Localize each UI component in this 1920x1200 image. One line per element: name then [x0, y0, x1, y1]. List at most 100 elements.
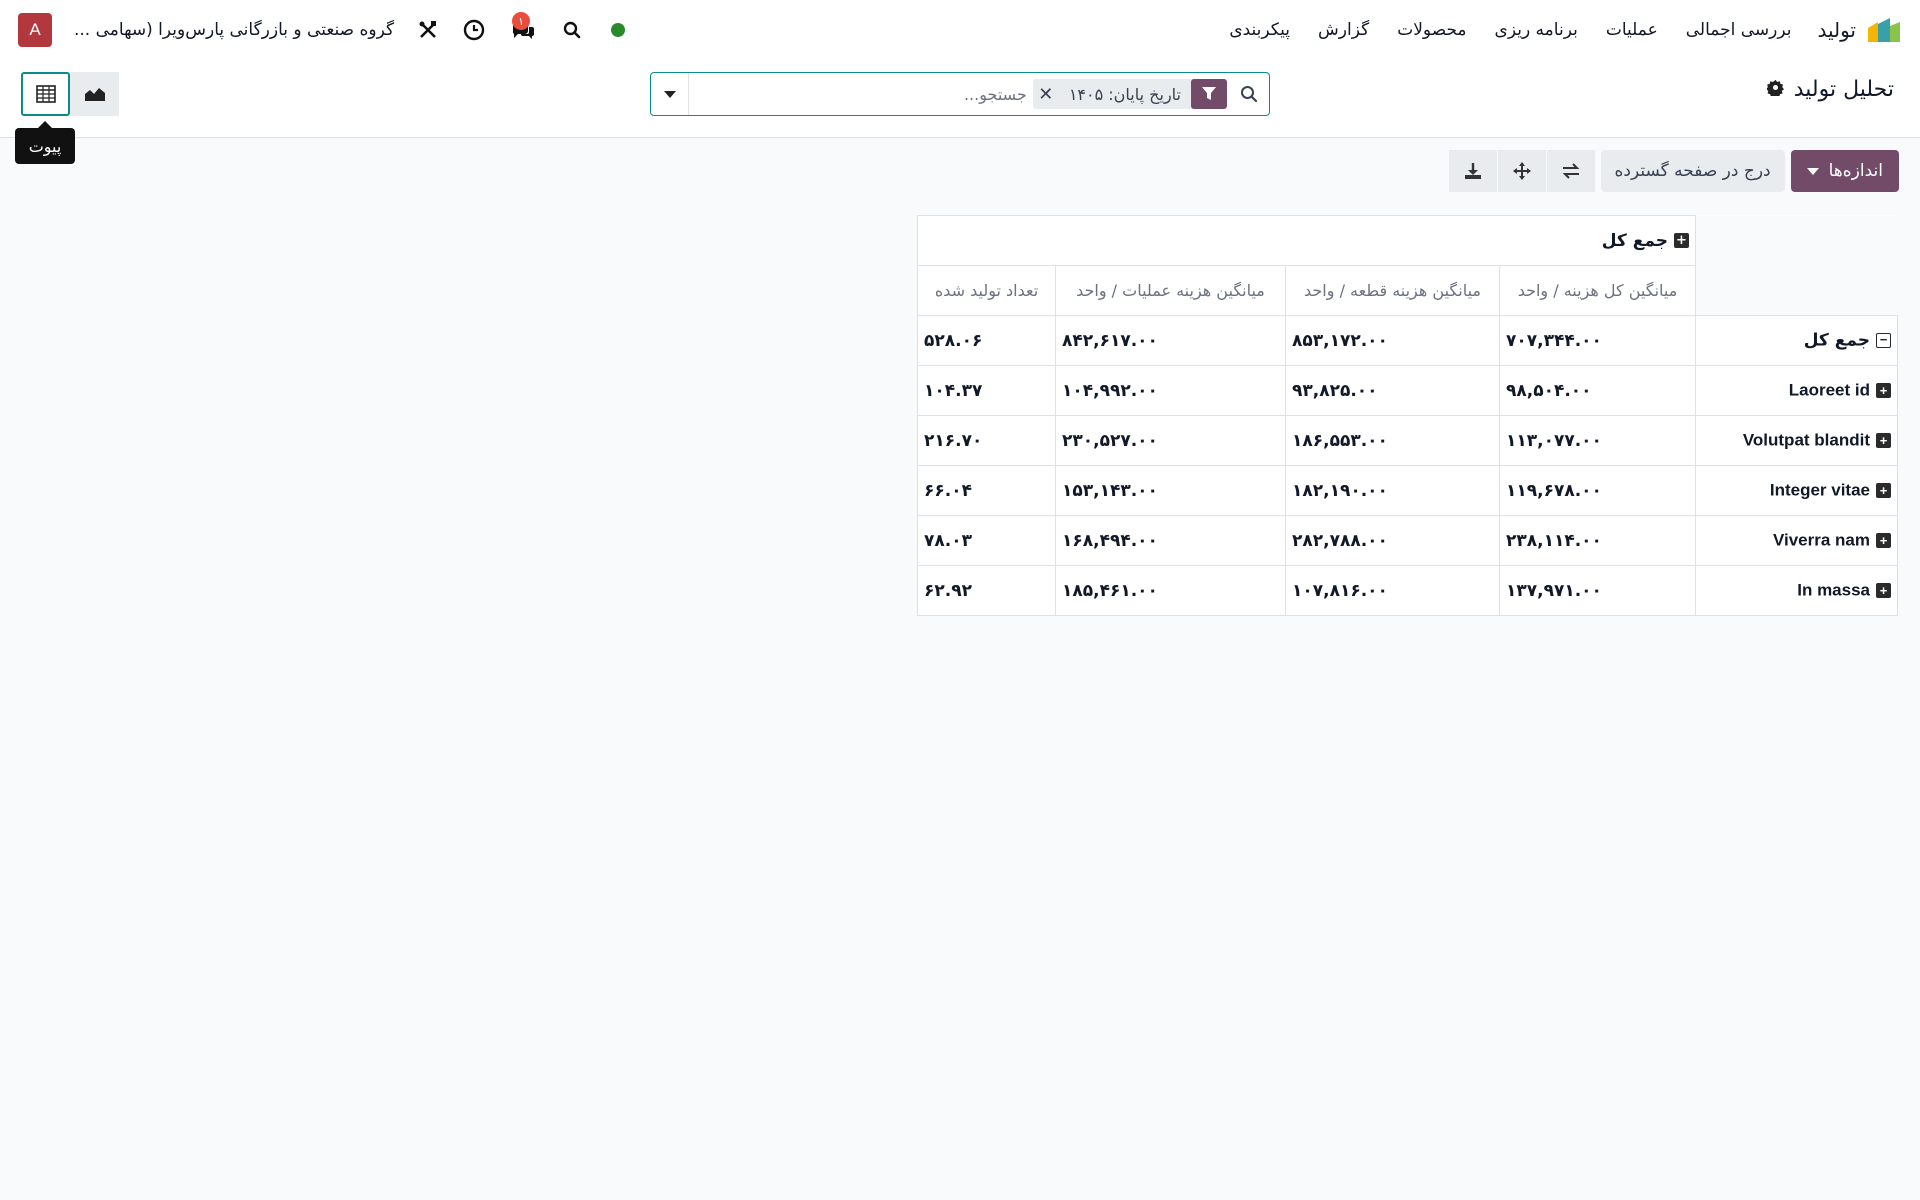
gear-icon[interactable]: [1765, 77, 1784, 102]
table-row: + Integer vitae ۱۱۹,۶۷۸.۰۰ ۱۸۲,۱۹۰.۰۰ ۱۵۳…: [917, 465, 1898, 516]
search-bar: تاریخ پایان: ۱۴۰۵ ✕: [650, 72, 1270, 116]
row-header[interactable]: + Viverra nam: [1695, 515, 1898, 566]
menu-configuration[interactable]: پیکربندی: [1229, 20, 1290, 40]
pivot-cell[interactable]: ۱۶۸,۴۹۴.۰۰: [1055, 515, 1286, 566]
row-label: In massa: [1797, 580, 1870, 600]
pivot-cell[interactable]: ۹۸,۵۰۴.۰۰: [1499, 365, 1696, 416]
pivot-cell[interactable]: ۷۸.۰۳: [917, 515, 1056, 566]
page-title-area: تحلیل تولید: [1765, 77, 1894, 102]
menu-planning[interactable]: برنامه ریزی: [1495, 20, 1578, 40]
pivot-cell[interactable]: ۱۱۹,۶۷۸.۰۰: [1499, 465, 1696, 516]
table-row: + In massa ۱۳۷,۹۷۱.۰۰ ۱۰۷,۸۱۶.۰۰ ۱۸۵,۴۶۱.…: [917, 565, 1898, 616]
caret-down-icon: [663, 90, 676, 98]
col-header-total[interactable]: + جمع کل: [917, 215, 1696, 266]
pivot-cell[interactable]: ۶۶.۰۴: [917, 465, 1056, 516]
area-chart-icon: [84, 88, 105, 101]
table-row: +Volutpat blandit ۱۱۳,۰۷۷.۰۰ ۱۸۶,۵۵۳.۰۰ …: [917, 415, 1898, 466]
menu-overview[interactable]: بررسی اجمالی: [1686, 20, 1792, 40]
app-name: تولید: [1817, 18, 1856, 42]
pivot-cell[interactable]: ۱۰۴.۳۷: [917, 365, 1056, 416]
pivot-cell[interactable]: ۱۳۷,۹۷۱.۰۰: [1499, 565, 1696, 616]
pivot-cell[interactable]: ۲۳۰,۵۲۷.۰۰: [1055, 415, 1286, 466]
view-tooltip: پیوت: [15, 121, 75, 164]
plus-icon: +: [1876, 433, 1891, 449]
pivot-cell[interactable]: ۱۸۵,۴۶۱.۰۰: [1055, 565, 1286, 616]
table-icon: [35, 85, 56, 103]
row-header[interactable]: + In massa: [1695, 565, 1898, 616]
pivot-cell[interactable]: ۲۸۲,۷۸۸.۰۰: [1285, 515, 1500, 566]
pivot-cell[interactable]: ۶۲.۹۲: [917, 565, 1056, 616]
plus-icon: +: [1876, 583, 1891, 599]
company-name[interactable]: گروه صنعتی و بازرگانی پارس‌ویرا (سهامی .…: [74, 20, 394, 40]
online-status-dot: [611, 23, 626, 37]
manufacturing-app-icon: [1866, 16, 1902, 44]
search-icon[interactable]: [1229, 73, 1269, 115]
pivot-table: + جمع کل میانگین کل هزینه / واحد میانگین …: [917, 215, 1898, 616]
menu-reporting[interactable]: گزارش: [1318, 20, 1369, 40]
graph-view-button[interactable]: [70, 72, 119, 116]
app-brand[interactable]: تولید: [1817, 16, 1902, 44]
pivot-cell[interactable]: ۱۰۴,۹۹۲.۰۰: [1055, 365, 1286, 416]
table-row: + Laoreet id ۹۸,۵۰۴.۰۰ ۹۳,۸۲۵.۰۰ ۱۰۴,۹۹۲.…: [917, 365, 1898, 416]
pivot-cell[interactable]: ۸۴۲,۶۱۷.۰۰: [1055, 315, 1286, 366]
measure-header[interactable]: تعداد تولید شده: [917, 265, 1056, 316]
plus-icon: +: [1674, 233, 1689, 248]
pivot-cell[interactable]: ۲۳۸,۱۱۴.۰۰: [1499, 515, 1696, 566]
search-input[interactable]: [689, 74, 1033, 114]
pivot-view-button[interactable]: [21, 72, 70, 116]
measures-label: اندازه‌ها: [1828, 161, 1883, 181]
top-navbar: تولید بررسی اجمالی عملیات برنامه ریزی مح…: [0, 0, 1920, 60]
table-row: −جمع کل ۷۰۷,۳۴۴.۰۰ ۸۵۳,۱۷۲.۰۰ ۸۴۲,۶۱۷.۰۰…: [917, 315, 1898, 366]
row-header[interactable]: + Volutpat blandit: [1695, 415, 1898, 466]
pivot-cell[interactable]: ۹۳,۸۲۵.۰۰: [1285, 365, 1500, 416]
control-panel: تحلیل تولید تاریخ پایان: ۱۴۰۵ ✕: [0, 60, 1920, 138]
avatar[interactable]: A: [18, 13, 52, 47]
row-header[interactable]: + Laoreet id: [1695, 365, 1898, 416]
row-label: جمع کل: [1803, 330, 1870, 351]
close-icon[interactable]: ✕: [1033, 79, 1059, 109]
filter-icon: [1191, 79, 1227, 109]
col-total-label: جمع کل: [1601, 230, 1668, 251]
row-header-total[interactable]: −جمع کل: [1695, 315, 1898, 366]
menu-products[interactable]: محصولات: [1397, 20, 1466, 40]
facet-value: تاریخ پایان: ۱۴۰۵: [1068, 84, 1181, 104]
measure-header[interactable]: میانگین کل هزینه / واحد: [1499, 265, 1696, 316]
measures-button[interactable]: اندازه‌ها: [1790, 150, 1899, 192]
measure-header[interactable]: میانگین هزینه عملیات / واحد: [1055, 265, 1286, 316]
caret-down-icon: [1806, 167, 1819, 175]
main-menu: بررسی اجمالی عملیات برنامه ریزی محصولات …: [1229, 20, 1791, 40]
exchange-icon: [1562, 163, 1579, 179]
pivot-cell[interactable]: ۱۸۶,۵۵۳.۰۰: [1285, 415, 1500, 466]
row-label: Volutpat blandit: [1742, 430, 1870, 450]
minus-icon: −: [1876, 333, 1891, 349]
pivot-cell[interactable]: ۱۱۳,۰۷۷.۰۰: [1499, 415, 1696, 466]
measure-header[interactable]: میانگین هزینه قطعه / واحد: [1285, 265, 1500, 316]
pivot-toolbar: اندازه‌ها درج در صفحه گسترده: [1448, 150, 1899, 192]
row-header[interactable]: + Integer vitae: [1695, 465, 1898, 516]
pivot-cell[interactable]: ۲۱۶.۷۰: [917, 415, 1056, 466]
search-options-toggle[interactable]: [651, 73, 689, 115]
search-facet: تاریخ پایان: ۱۴۰۵ ✕: [1032, 79, 1227, 109]
page-title: تحلیل تولید: [1793, 77, 1894, 102]
menu-operations[interactable]: عملیات: [1606, 20, 1658, 40]
pivot-cell[interactable]: ۷۰۷,۳۴۴.۰۰: [1499, 315, 1696, 366]
arrows-icon: [1512, 162, 1531, 180]
clock-icon[interactable]: [462, 18, 486, 42]
plus-icon: +: [1876, 483, 1891, 499]
chat-icon[interactable]: ۱: [508, 12, 538, 42]
pivot-cell[interactable]: ۱۰۷,۸۱۶.۰۰: [1285, 565, 1500, 616]
tools-icon[interactable]: [416, 18, 440, 42]
expand-all-button[interactable]: [1497, 150, 1546, 192]
pivot-cell[interactable]: ۸۵۳,۱۷۲.۰۰: [1285, 315, 1500, 366]
search-icon[interactable]: [560, 18, 584, 42]
download-button[interactable]: [1448, 150, 1497, 192]
pivot-corner: [1695, 215, 1898, 266]
status-indicator[interactable]: [606, 18, 630, 42]
systray: ۱ گروه صنعتی و بازرگانی پارس‌ویرا (سهامی…: [18, 12, 630, 47]
pivot-cell[interactable]: ۱۵۳,۱۴۳.۰۰: [1055, 465, 1286, 516]
download-icon: [1464, 163, 1481, 179]
pivot-cell[interactable]: ۱۸۲,۱۹۰.۰۰: [1285, 465, 1500, 516]
flip-axis-button[interactable]: [1546, 150, 1595, 192]
insert-spreadsheet-button[interactable]: درج در صفحه گسترده: [1600, 150, 1785, 192]
pivot-cell[interactable]: ۵۲۸.۰۶: [917, 315, 1056, 366]
